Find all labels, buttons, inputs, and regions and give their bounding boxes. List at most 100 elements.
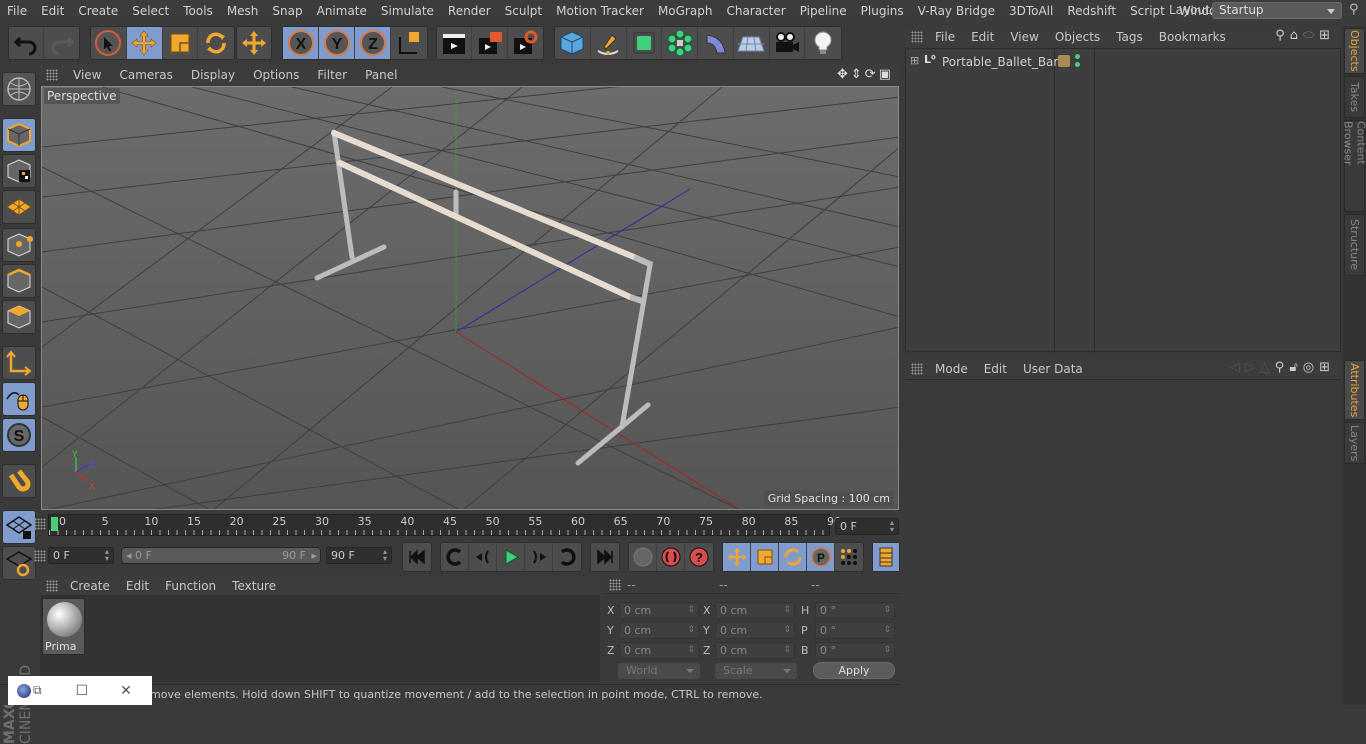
pen-button[interactable] [591,27,627,59]
tab-layers[interactable]: Layers [1344,422,1365,464]
x-axis-lock-button[interactable]: X [283,27,319,59]
menu-mograph[interactable]: MoGraph [651,4,720,18]
make-editable-button[interactable] [2,72,36,106]
tab-objects[interactable]: Objects [1344,28,1365,74]
layer-color-swatch[interactable] [1058,55,1070,67]
filter-icon[interactable]: ⬭ [1303,28,1319,43]
attribute-menu-edit[interactable]: Edit [976,362,1015,376]
menu-snap[interactable]: Snap [265,4,309,18]
workplane-mode-button[interactable] [2,190,36,224]
panel-grip[interactable] [46,69,58,81]
render-picture-viewer-button[interactable] [472,27,508,59]
preview-range-slider[interactable]: ◂ 0 F 90 F ▸ [121,547,321,564]
object-row[interactable]: ⊞ L⁰ Portable_Ballet_Barre [906,51,1340,73]
edges-mode-button[interactable] [2,264,36,298]
position-x-field[interactable]: 0 cm [619,602,699,619]
render-visibility-dot[interactable] [1075,62,1080,67]
menu-pipeline[interactable]: Pipeline [793,4,854,18]
object-menu-file[interactable]: File [927,30,963,44]
camera-button[interactable] [770,27,806,59]
viewport-menu-cameras[interactable]: Cameras [110,68,181,82]
object-menu-tags[interactable]: Tags [1108,30,1151,44]
panel-grip[interactable] [911,362,923,375]
y-axis-lock-button[interactable]: Y [319,27,355,59]
deformer-button[interactable] [698,27,734,59]
play-button[interactable] [497,543,525,571]
key-pla-button[interactable] [835,543,863,571]
menu-file[interactable]: File [0,4,34,18]
subdivision-button[interactable] [627,27,663,59]
undo-button[interactable] [9,27,45,59]
locked-workplane-button[interactable] [2,510,36,544]
key-position-button[interactable] [723,543,751,571]
rotation-p-field[interactable]: 0 ° [815,622,895,639]
transform-mode-dropdown[interactable]: Scale [715,663,797,679]
next-keyframe-button[interactable] [553,543,581,571]
menu-character[interactable]: Character [719,4,792,18]
viewport-menu-display[interactable]: Display [182,68,244,82]
size-z-field[interactable]: 0 cm [715,642,795,659]
panel-grip[interactable] [911,31,923,43]
material-menu-edit[interactable]: Edit [118,579,157,593]
texture-mode-button[interactable] [2,154,36,188]
menu-edit[interactable]: Edit [34,4,71,18]
object-menu-view[interactable]: View [1002,30,1046,44]
timeline-window-button[interactable] [873,543,899,571]
magnet-button[interactable] [2,464,36,498]
object-menu-objects[interactable]: Objects [1047,30,1108,44]
timeline-ruler[interactable]: 0 5 10 15 20 25 30 35 40 45 50 55 60 65 70 75 80 85 90 [48,514,841,536]
key-parameter-button[interactable]: P [807,543,835,571]
material-menu-function[interactable]: Function [157,579,224,593]
light-button[interactable] [805,27,841,59]
floor-button[interactable] [734,27,770,59]
position-z-field[interactable]: 0 cm [619,642,699,659]
pan-view-icon[interactable]: ✥ [837,67,851,82]
apply-button[interactable]: Apply [813,662,895,679]
rotate-view-icon[interactable]: ⟳ [865,67,879,82]
editor-visibility-dot[interactable] [1075,54,1080,59]
redo-button[interactable] [44,27,79,59]
model-mode-button[interactable] [2,118,36,152]
size-y-field[interactable]: 0 cm [715,622,795,639]
home-icon[interactable]: ⌂ [1290,28,1303,43]
search-icon[interactable]: ⚲ [1349,2,1359,17]
menu-simulate[interactable]: Simulate [374,4,441,18]
record-keys-disabled-button[interactable] [629,543,657,571]
axis-mode-button[interactable] [2,346,36,380]
panel-grip[interactable] [609,578,621,591]
rotate-button[interactable] [198,27,234,59]
current-frame-field[interactable]: 0 F ▴ ▾ [835,518,899,535]
recent-tool-button[interactable] [237,27,271,59]
search-icon[interactable]: ⚲ [1275,28,1290,43]
position-y-field[interactable]: 0 cm [619,622,699,639]
maximize-icon[interactable]: ☐ [76,683,89,699]
new-panel-icon[interactable]: ⊞ [1319,28,1335,43]
snap-button[interactable]: S [2,418,36,452]
render-settings-button[interactable] [508,27,543,59]
prev-keyframe-button[interactable] [441,543,469,571]
rotation-b-field[interactable]: 0 ° [815,642,895,659]
scale-button[interactable] [163,27,199,59]
menu-render[interactable]: Render [441,4,498,18]
attribute-menu-user-data[interactable]: User Data [1015,362,1091,376]
new-panel-icon[interactable]: ⊞ [1319,360,1335,375]
render-view-button[interactable] [437,27,473,59]
menu-3dtoall[interactable]: 3DToAll [1002,4,1060,18]
rotation-h-field[interactable]: 0 ° [815,602,895,619]
viewport-menu-options[interactable]: Options [244,68,308,82]
viewport-menu-filter[interactable]: Filter [308,68,356,82]
prev-frame-button[interactable] [469,543,497,571]
live-selection-button[interactable] [91,27,127,59]
timeline-grip[interactable] [34,518,46,530]
menu-tools[interactable]: Tools [176,4,220,18]
goto-end-button[interactable] [591,543,619,571]
menu-select[interactable]: Select [125,4,176,18]
playhead[interactable] [51,517,58,531]
end-frame-field[interactable]: 90 F ▴ ▾ [326,547,392,564]
menu-v-ray-bridge[interactable]: V-Ray Bridge [911,4,1002,18]
restore-icon[interactable]: ⧉ [33,683,42,698]
size-x-field[interactable]: 0 cm [715,602,795,619]
close-icon[interactable]: ✕ [120,683,132,699]
start-frame-field[interactable]: 0 F ▴ ▾ [48,547,114,564]
viewport-menu-panel[interactable]: Panel [356,68,406,82]
